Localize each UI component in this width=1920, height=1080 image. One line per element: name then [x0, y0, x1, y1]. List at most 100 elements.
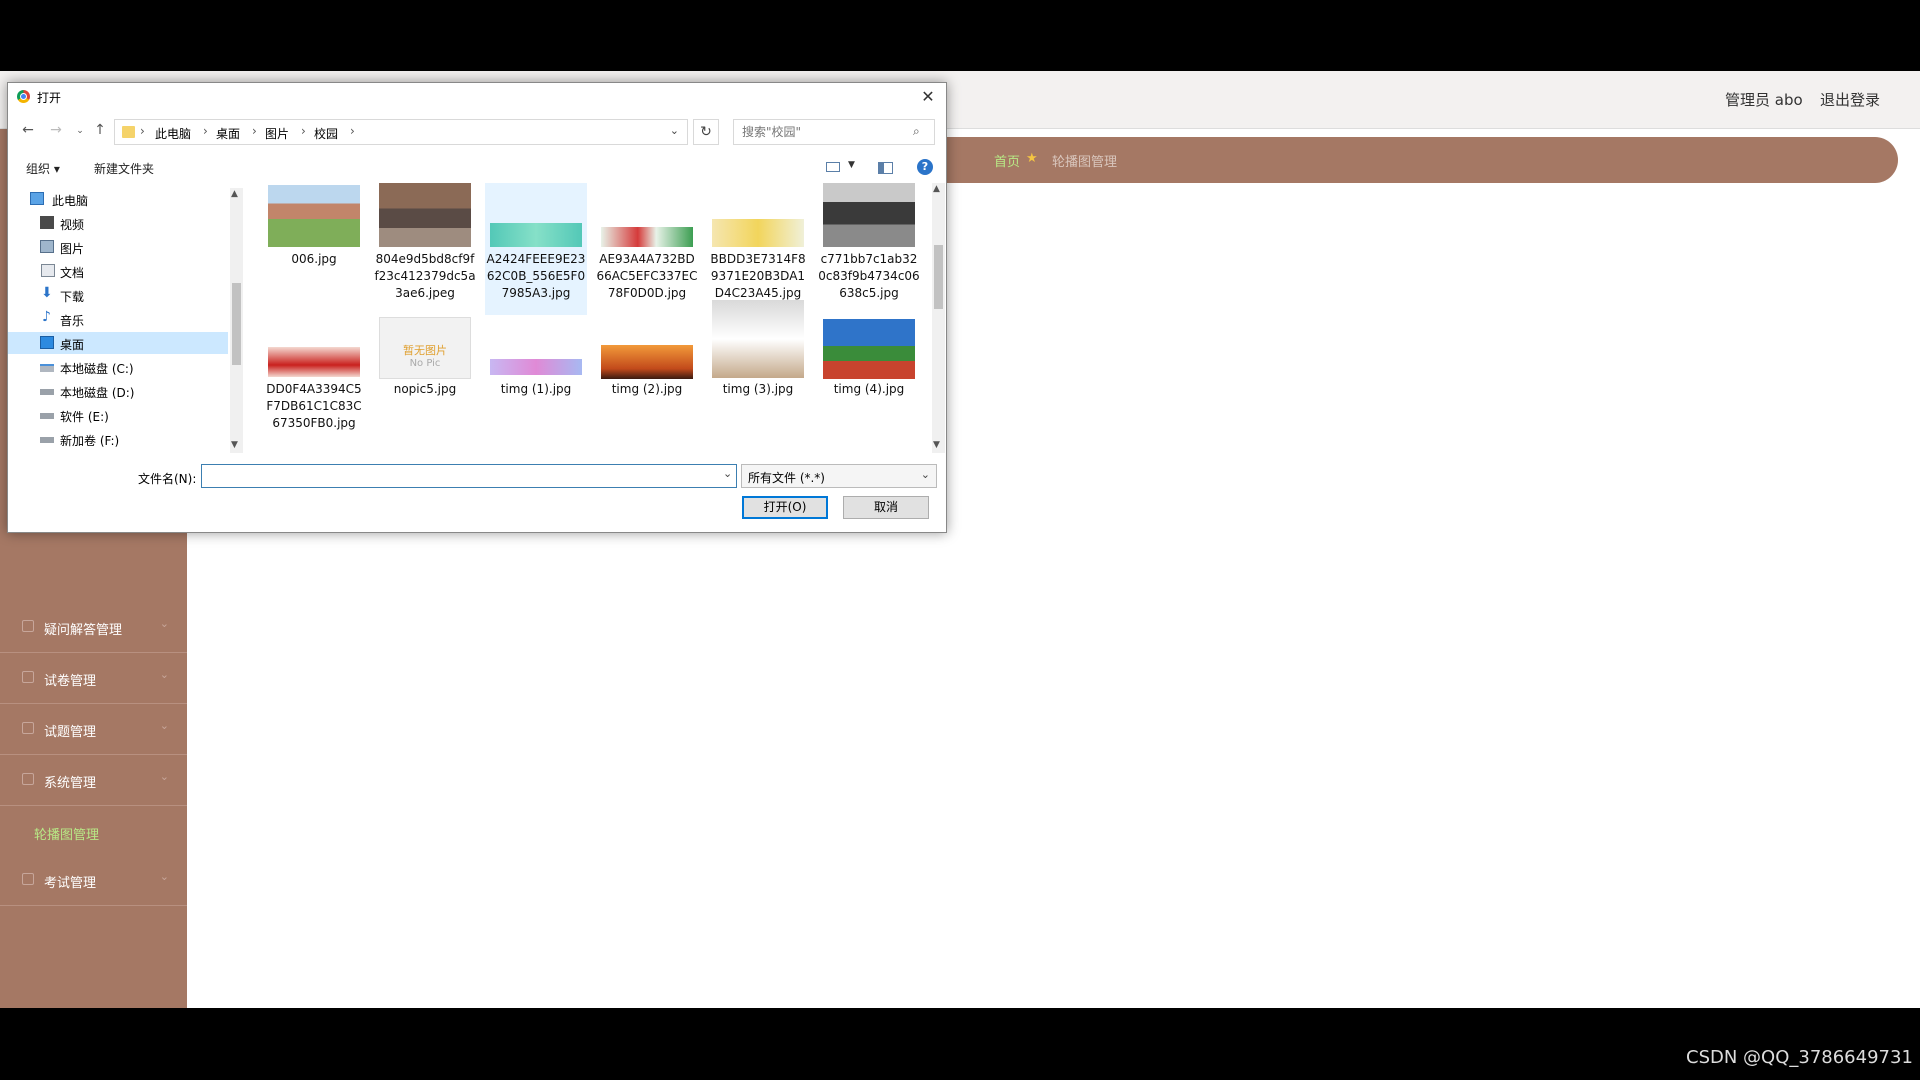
download-icon: ⬇ [41, 285, 53, 301]
file-item[interactable]: timg (2).jpg [596, 323, 698, 453]
search-input[interactable] [733, 119, 935, 145]
file-name: 006.jpg [291, 252, 337, 266]
scrollbar-thumb[interactable] [934, 245, 943, 309]
tree-item-pictures[interactable]: 图片 [8, 236, 228, 258]
path-segment[interactable]: 此电脑 [155, 125, 191, 142]
forward-icon[interactable]: → [46, 122, 66, 138]
file-name: timg (1).jpg [500, 382, 572, 396]
music-icon: ♪ [42, 309, 51, 325]
tree-item-label: 视频 [60, 218, 85, 232]
filetype-select[interactable]: 所有文件 (*.*) ⌄ [741, 464, 937, 488]
up-icon[interactable]: ↑ [90, 122, 110, 138]
file-item[interactable]: timg (1).jpg [485, 323, 587, 453]
tree-item-drive-e[interactable]: 软件 (E:) [8, 404, 228, 426]
no-pic-text: 暂无图片 [403, 344, 447, 357]
file-open-dialog: 打开 ✕ ← → ⌄ ↑ › 此电脑 › 桌面 › 图片 › 校园 › ⌄ ↻ … [7, 82, 947, 533]
sidebar-item-label: 试题管理 [44, 725, 97, 740]
chevron-right-icon: › [252, 124, 257, 138]
sidebar-item-system[interactable]: 系统管理 ⌄ [0, 756, 187, 806]
sidebar-subitem-carousel[interactable]: 轮播图管理 [34, 824, 99, 843]
logout-link[interactable]: 退出登录 [1820, 89, 1880, 110]
tree-scrollbar[interactable]: ▲ ▼ [230, 188, 243, 453]
scrollbar-thumb[interactable] [232, 283, 241, 365]
file-item[interactable]: c771bb7c1ab320c83f9b4734c06638c5.jpg [818, 183, 920, 315]
file-item[interactable]: AE93A4A732BD66AC5EFC337EC78F0D0D.jpg [596, 183, 698, 315]
close-icon[interactable]: ✕ [916, 85, 940, 109]
file-name: BBDD3E7314F89371E20B3DA1D4C23A45.jpg [710, 252, 806, 300]
filename-input[interactable] [201, 464, 737, 488]
breadcrumb-home[interactable]: 首页 [994, 151, 1020, 170]
scroll-down-icon[interactable]: ▼ [231, 440, 238, 450]
sidebar-item-papers[interactable]: 试卷管理 ⌄ [0, 654, 187, 704]
admin-user-label: 管理员 abo [1725, 91, 1803, 109]
chevron-down-icon: ⌄ [920, 468, 930, 481]
tree-item-downloads[interactable]: ⬇ 下载 [8, 284, 228, 306]
tree-item-documents[interactable]: 文档 [8, 260, 228, 282]
tree-item-label: 此电脑 [52, 194, 89, 208]
cancel-button[interactable]: 取消 [843, 496, 929, 519]
sidebar-item-questions[interactable]: 试题管理 ⌄ [0, 705, 187, 755]
recent-dropdown-icon[interactable]: ⌄ [70, 126, 90, 136]
scroll-up-icon[interactable]: ▲ [933, 184, 940, 194]
tree-item-music[interactable]: ♪ 音乐 [8, 308, 228, 330]
drive-icon [40, 364, 54, 372]
documents-folder-icon [41, 264, 55, 277]
file-name: 804e9d5bd8cf9ff23c412379dc5a3ae6.jpeg [374, 252, 476, 300]
tree-item-drive-c[interactable]: 本地磁盘 (C:) [8, 356, 228, 378]
list-icon [22, 722, 34, 734]
tree-item-drive-d[interactable]: 本地磁盘 (D:) [8, 380, 228, 402]
file-item[interactable]: 暂无图片 No Pic nopic5.jpg [374, 317, 476, 453]
drive-icon [40, 437, 54, 443]
navigation-row: ← → ⌄ ↑ › 此电脑 › 桌面 › 图片 › 校园 › ⌄ ↻ ⌕ [8, 116, 946, 148]
tree-item-desktop[interactable]: 桌面 [8, 332, 228, 354]
sidebar-item-qa[interactable]: 疑问解答管理 ⌄ [0, 603, 187, 653]
tree-item-this-pc[interactable]: 此电脑 [8, 188, 228, 210]
scroll-down-icon[interactable]: ▼ [933, 440, 940, 450]
scroll-up-icon[interactable]: ▲ [231, 189, 238, 199]
navigation-tree: 此电脑 视频 图片 文档 ⬇ 下载 ♪ 音乐 桌面 本地磁盘 (C:) 本地磁盘… [8, 188, 243, 453]
drive-icon [40, 413, 54, 419]
chevron-down-icon: ⌄ [159, 617, 169, 630]
dialog-titlebar[interactable]: 打开 ✕ [8, 83, 946, 111]
tree-item-label: 文档 [60, 266, 85, 280]
file-item[interactable]: timg (3).jpg [707, 300, 809, 453]
address-bar[interactable]: › 此电脑 › 桌面 › 图片 › 校园 › ⌄ [114, 119, 688, 145]
gear-icon [22, 773, 34, 785]
search-icon[interactable]: ⌕ [913, 124, 920, 139]
open-button[interactable]: 打开(O) [742, 496, 828, 519]
chevron-right-icon: › [203, 124, 208, 138]
chevron-down-icon[interactable]: ⌄ [670, 124, 679, 137]
help-icon[interactable]: ? [917, 159, 933, 175]
file-item[interactable]: 006.jpg [263, 183, 365, 315]
tree-item-videos[interactable]: 视频 [8, 212, 228, 234]
file-grid-scrollbar[interactable]: ▲ ▼ [932, 183, 945, 453]
image-thumbnail [823, 319, 915, 379]
file-item[interactable]: timg (4).jpg [818, 319, 920, 453]
sidebar-item-label: 考试管理 [44, 876, 97, 891]
tree-item-drive-f[interactable]: 新加卷 (F:) [8, 428, 228, 450]
file-item[interactable]: 804e9d5bd8cf9ff23c412379dc5a3ae6.jpeg [374, 183, 476, 315]
view-options-icon[interactable] [826, 162, 840, 172]
organize-button[interactable]: 组织 ▾ [26, 160, 60, 177]
document-icon [22, 873, 34, 885]
file-name: timg (3).jpg [722, 382, 794, 396]
file-name: timg (2).jpg [611, 382, 683, 396]
sidebar-item-exams[interactable]: 考试管理 ⌄ [0, 856, 187, 906]
path-segment[interactable]: 图片 [265, 125, 289, 142]
path-segment[interactable]: 桌面 [216, 125, 240, 142]
image-thumbnail [379, 183, 471, 247]
back-icon[interactable]: ← [18, 122, 38, 138]
image-thumbnail [490, 223, 582, 247]
sidebar-item-label: 试卷管理 [44, 674, 97, 689]
preview-pane-icon[interactable] [878, 162, 893, 174]
file-item[interactable]: DD0F4A3394C5F7DB61C1C83C67350FB0.jpg [263, 323, 365, 453]
file-item[interactable]: BBDD3E7314F89371E20B3DA1D4C23A45.jpg [707, 183, 809, 315]
new-folder-button[interactable]: 新建文件夹 [94, 160, 154, 177]
chevron-down-icon[interactable]: ▼ [848, 160, 855, 170]
file-item[interactable]: A2424FEEE9E2362C0B_556E5F07985A3.jpg [485, 183, 587, 315]
refresh-icon[interactable]: ↻ [693, 119, 719, 145]
chevron-down-icon[interactable]: ⌄ [723, 467, 732, 480]
path-segment[interactable]: 校园 [314, 125, 338, 142]
file-name: AE93A4A732BD66AC5EFC337EC78F0D0D.jpg [596, 252, 698, 300]
tree-item-label: 桌面 [60, 338, 85, 352]
